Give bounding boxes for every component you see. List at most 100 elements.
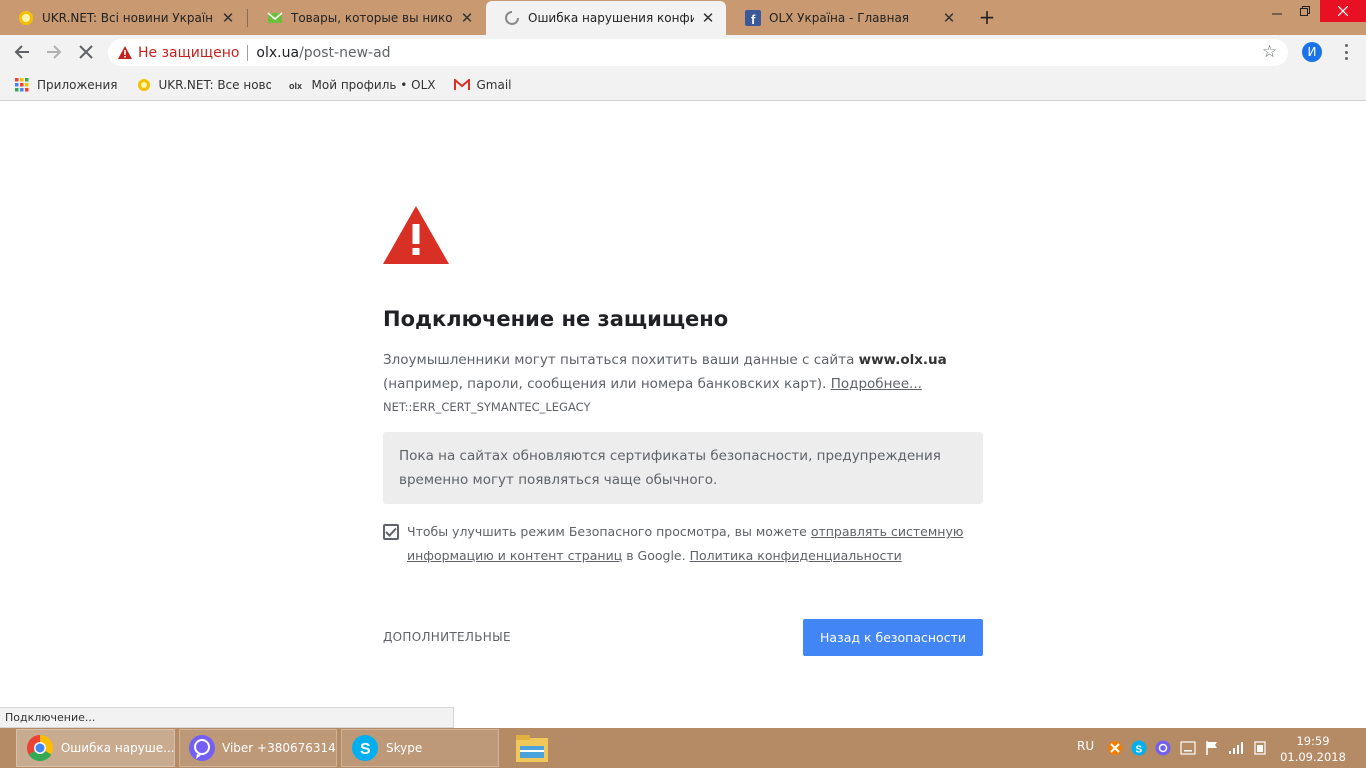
close-tab-icon[interactable]: ✕ (220, 10, 236, 26)
viber-icon (188, 733, 216, 763)
close-tab-icon[interactable]: ✕ (941, 10, 957, 26)
menu-dots-icon[interactable] (1340, 42, 1352, 62)
tab-separator (247, 9, 248, 27)
tab-title: Товары, которые вы никогда не (291, 11, 453, 25)
bookmark-gmail[interactable]: Gmail (453, 77, 512, 93)
viber-tray-icon[interactable] (1155, 740, 1171, 756)
windows-taskbar: Ошибка наруше... Viber +380676314... S S… (0, 728, 1366, 768)
taskbar-label: Ошибка наруше... (60, 741, 174, 755)
bookmarks-bar: Приложения UKR.NET: Все новост olx Мой п… (0, 69, 1366, 101)
explanation-part1: Злоумышленники могут пытаться похитить в… (383, 352, 859, 368)
error-code: NET::ERR_CERT_SYMANTEC_LEGACY (383, 400, 591, 414)
taskbar-item-skype[interactable]: S Skype (341, 729, 499, 767)
tab-title: OLX Україна - Главная (769, 11, 910, 25)
arrow-left-icon (14, 45, 29, 59)
loading-spinner-icon (504, 10, 520, 26)
restore-button[interactable] (1290, 0, 1320, 22)
url-text: olx.ua/post-new-ad (256, 45, 390, 61)
certificate-notice: Пока на сайтах обновляются сертификаты б… (383, 432, 983, 504)
bookmark-label: Мой профиль • OLX (311, 77, 436, 92)
minimize-button[interactable] (1262, 0, 1292, 22)
stop-loading-button[interactable] (74, 40, 98, 64)
skype-tray-icon[interactable]: S (1131, 740, 1147, 756)
gmail-icon (453, 77, 470, 93)
tab-strip: UKR.NET: Всі новини України, о ✕ Товары,… (0, 0, 1366, 35)
apps-grid-icon (14, 77, 30, 93)
tab-ukrnet[interactable]: UKR.NET: Всі новини України, о ✕ (0, 1, 246, 35)
arrow-right-icon (47, 45, 62, 59)
ukrnet-icon (18, 10, 34, 26)
clock-date: 01.09.2018 (1280, 750, 1346, 764)
danger-warning-icon (383, 206, 449, 264)
close-window-button[interactable] (1320, 0, 1366, 22)
optin-text-part1: Чтобы улучшить режим Безопасного просмот… (407, 524, 811, 539)
optin-text-part2: в Google. (622, 548, 690, 563)
bookmark-label: Приложения (37, 77, 118, 92)
tray-app-icon[interactable] (1107, 740, 1123, 756)
keyboard-tray-icon[interactable] (1180, 740, 1196, 756)
bookmark-ukrnet[interactable]: UKR.NET: Все новост (136, 77, 271, 93)
close-icon (1338, 6, 1348, 16)
system-clock[interactable]: 19:59 01.09.2018 (1280, 733, 1346, 765)
omnibox-divider (247, 44, 249, 61)
stop-icon (79, 45, 93, 59)
optin-text: Чтобы улучшить режим Безопасного просмот… (383, 520, 983, 568)
status-bubble: Подключение... (0, 707, 454, 728)
tab-error-active[interactable]: Ошибка нарушения конфиденц ✕ (486, 1, 726, 35)
file-explorer-icon[interactable] (514, 732, 550, 764)
back-nav-button[interactable] (10, 40, 34, 64)
tab-olx[interactable]: f OLX Україна - Главная ✕ (727, 1, 967, 35)
security-interstitial: Подключение не защищено Злоумышленники м… (0, 102, 1366, 728)
taskbar-label: Skype (386, 741, 423, 755)
language-indicator[interactable]: RU (1077, 739, 1094, 753)
bookmark-label: Gmail (476, 77, 512, 92)
svg-text:olx: olx (289, 81, 302, 90)
back-to-safety-button[interactable]: Назад к безопасности (803, 619, 983, 656)
svg-text:S: S (1136, 745, 1143, 756)
tab-title: UKR.NET: Всі новини України, о (42, 11, 214, 25)
explanation-part2: (например, пароли, сообщения или номера … (383, 376, 831, 392)
browser-toolbar: Не защищено olx.ua/post-new-ad ☆ И (0, 35, 1366, 69)
page-title: Подключение не защищено (383, 307, 729, 331)
battery-tray-icon[interactable] (1252, 740, 1268, 756)
facebook-icon: f (745, 10, 761, 26)
warning-triangle-icon (118, 46, 132, 59)
bookmark-label: UKR.NET: Все новост (158, 77, 271, 92)
security-indicator[interactable]: Не защищено (108, 45, 239, 61)
forward-nav-button[interactable] (42, 40, 66, 64)
clock-time: 19:59 (1296, 734, 1330, 748)
tab-goods[interactable]: Товары, которые вы никогда не ✕ (249, 1, 485, 35)
svg-text:f: f (751, 12, 756, 26)
explanation-text: Злоумышленники могут пытаться похитить в… (383, 348, 983, 396)
close-tab-icon[interactable]: ✕ (459, 10, 475, 26)
learn-more-link[interactable]: Подробнее... (831, 376, 922, 392)
advanced-button[interactable]: ДОПОЛНИТЕЛЬНЫЕ (383, 630, 511, 644)
checkmark-icon (385, 527, 397, 537)
privacy-policy-link[interactable]: Политика конфиденциальности (690, 548, 902, 563)
flag-tray-icon[interactable] (1204, 740, 1220, 756)
site-name: www.olx.ua (858, 352, 947, 368)
skype-icon: S (350, 733, 380, 763)
svg-text:S: S (360, 741, 371, 758)
bookmark-star-icon[interactable]: ☆ (1262, 43, 1277, 61)
address-bar[interactable]: Не защищено olx.ua/post-new-ad (108, 39, 1288, 66)
chrome-icon (25, 733, 55, 763)
bookmark-apps[interactable]: Приложения (14, 77, 118, 93)
close-tab-icon[interactable]: ✕ (700, 10, 716, 26)
safe-browsing-optin: Чтобы улучшить режим Безопасного просмот… (383, 520, 983, 568)
taskbar-label: Viber +380676314... (222, 741, 336, 755)
safe-browsing-checkbox[interactable] (383, 524, 399, 540)
url-path: /post-new-ad (299, 44, 391, 61)
profile-avatar[interactable]: И (1302, 42, 1322, 62)
taskbar-item-chrome[interactable]: Ошибка наруше... (16, 729, 175, 767)
olx-icon: olx (289, 77, 305, 93)
new-tab-button[interactable]: + (976, 6, 998, 28)
taskbar-item-viber[interactable]: Viber +380676314... (179, 729, 337, 767)
signal-tray-icon[interactable] (1228, 740, 1244, 756)
tab-title: Ошибка нарушения конфиденц (528, 11, 694, 25)
mail-icon (267, 10, 283, 26)
restore-icon (1300, 6, 1310, 16)
not-secure-label: Не защищено (138, 44, 240, 61)
bookmark-olx-profile[interactable]: olx Мой профиль • OLX (289, 77, 436, 93)
minimize-icon (1272, 13, 1282, 15)
